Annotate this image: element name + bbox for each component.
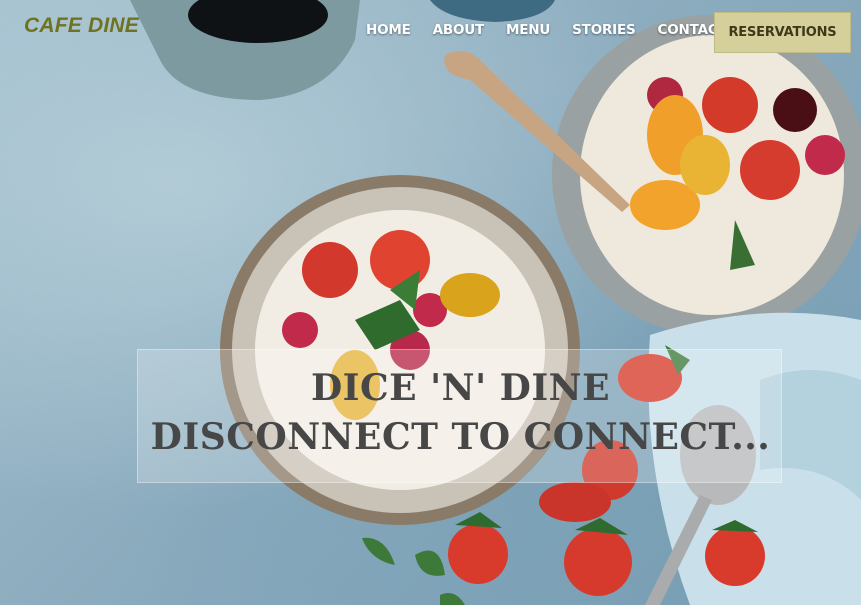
hero-headline: DICE 'N' DINE [310, 367, 611, 409]
nav-about[interactable]: ABOUT [433, 22, 485, 38]
hero-banner: DICE 'N' DINE DISCONNECT TO CONNECT... [137, 349, 782, 483]
food-photo [130, 0, 861, 605]
reservations-button[interactable]: RESERVATIONS [714, 12, 851, 53]
hero-subheadline: DISCONNECT TO CONNECT... [150, 416, 771, 458]
nav-stories[interactable]: STORIES [572, 22, 636, 38]
nav-menu[interactable]: MENU [506, 22, 550, 38]
brand-logo[interactable]: CAFE DINE [24, 14, 139, 38]
nav-home[interactable]: HOME [366, 22, 411, 38]
main-nav: HOME ABOUT MENU STORIES CONTACT [366, 22, 749, 38]
hero-background [0, 0, 861, 605]
